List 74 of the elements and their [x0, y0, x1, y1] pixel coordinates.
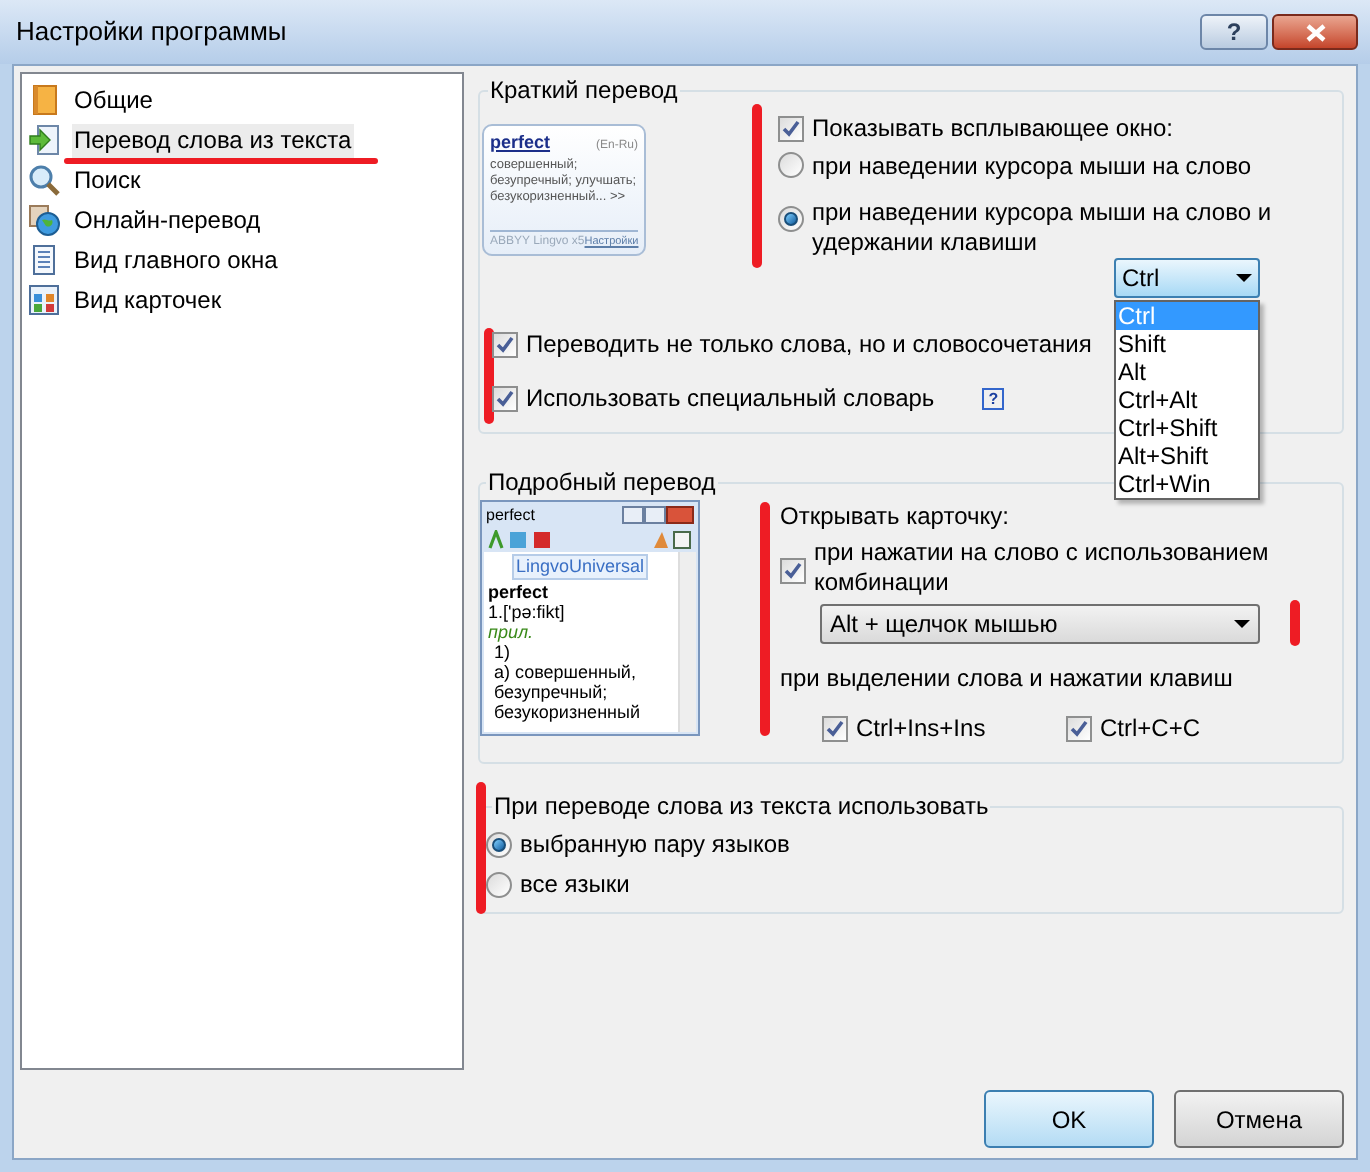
- dropdown-option[interactable]: Ctrl+Win: [1116, 470, 1258, 498]
- caret-icon: [1236, 274, 1252, 282]
- window-title: Настройки программы: [16, 14, 287, 51]
- checkbox-label: Ctrl+C+C: [1100, 712, 1201, 746]
- page-arrow-icon: [28, 124, 60, 156]
- radio-button[interactable]: [778, 152, 804, 178]
- checkbox-label: Ctrl+Ins+Ins: [856, 712, 986, 746]
- click-combo-dropdown[interactable]: Alt + щелчок мышью: [820, 604, 1260, 644]
- dropdown-option[interactable]: Ctrl+Alt: [1116, 386, 1258, 414]
- help-icon[interactable]: ?: [982, 387, 1005, 409]
- dropdown-option[interactable]: Shift: [1116, 330, 1258, 358]
- checkbox[interactable]: [492, 331, 518, 357]
- window-buttons-icon: [622, 506, 694, 524]
- dialog-button[interactable]: OK: [984, 1090, 1154, 1148]
- sidebar-item[interactable]: Перевод слова из текста: [28, 120, 462, 160]
- checkbox[interactable]: [822, 715, 848, 741]
- radio-button[interactable]: [778, 206, 804, 232]
- annotation-mark: [1290, 600, 1300, 646]
- close-icon: [1305, 23, 1325, 41]
- checkbox-label: Показывать всплывающее окно:: [812, 112, 1173, 146]
- book-icon: [28, 84, 60, 116]
- card-title: perfect: [486, 505, 535, 525]
- headword: perfect: [488, 582, 551, 602]
- checkbox[interactable]: [778, 115, 804, 141]
- entry-text: 1.['pə:fikt]: [488, 602, 567, 622]
- dictionary-name: LingvoUniversal: [512, 554, 649, 580]
- key-dropdown[interactable]: Ctrl: [1114, 258, 1260, 298]
- dropdown-option[interactable]: Alt: [1116, 358, 1258, 386]
- checkbox[interactable]: [492, 385, 518, 411]
- search-icon: [28, 164, 60, 196]
- checkbox[interactable]: [780, 558, 806, 584]
- entry-text: прил.: [488, 622, 536, 642]
- group-title: При переводе слова из текста использовать: [492, 790, 991, 824]
- radio-button[interactable]: [486, 871, 512, 897]
- sidebar-item[interactable]: Поиск: [28, 160, 462, 200]
- entry-text: а) совершенный,: [492, 662, 638, 682]
- sidebar-item[interactable]: Общие: [28, 80, 462, 120]
- sidebar-item-label: Вид карточек: [72, 283, 224, 317]
- entry-text: безукоризненный: [492, 702, 643, 722]
- checkbox-label: при нажатии на слово с использованием комбинации: [814, 538, 1271, 598]
- caret-icon: [1234, 620, 1250, 628]
- annotation-mark: [476, 782, 486, 914]
- help-button[interactable]: ?: [1200, 14, 1268, 50]
- section-label: при выделении слова и нажатии клавиш: [780, 662, 1235, 694]
- dialog-button[interactable]: Отмена: [1174, 1090, 1344, 1148]
- radio-button[interactable]: [486, 831, 512, 857]
- group-title: Подробный перевод: [486, 466, 718, 500]
- sidebar-item-label: Поиск: [72, 163, 143, 197]
- checkbox-label: Использовать специальный словарь: [526, 382, 935, 416]
- checkbox[interactable]: [1066, 715, 1092, 741]
- sidebar-item-label: Вид главного окна: [72, 243, 280, 277]
- globe-icon: [28, 204, 60, 236]
- annotation-mark: [484, 328, 494, 424]
- radio-label: все языки: [520, 868, 630, 902]
- radio-label: выбранную пару языков: [520, 828, 790, 862]
- close-button[interactable]: [1272, 14, 1358, 50]
- section-label: Открывать карточку:: [780, 500, 1011, 532]
- group-title: Краткий перевод: [488, 74, 680, 108]
- dropdown-option[interactable]: Alt+Shift: [1116, 442, 1258, 470]
- preview-word: perfect: [490, 130, 551, 156]
- entry-text: 1): [492, 642, 513, 662]
- sidebar-item[interactable]: Вид карточек: [28, 280, 462, 320]
- window-grid-icon: [28, 284, 60, 316]
- dropdown-option[interactable]: Ctrl+Shift: [1116, 414, 1258, 442]
- radio-label: при наведении курсора мыши на слово и удержании клавиши: [812, 198, 1274, 258]
- sidebar-item-label: Общие: [72, 83, 155, 117]
- entry-text: безупречный;: [492, 682, 610, 702]
- sidebar-item-label: Онлайн-перевод: [72, 203, 263, 237]
- sidebar-item-label: Перевод слова из текста: [72, 123, 354, 157]
- radio-label: при наведении курсора мыши на слово: [812, 152, 1252, 182]
- document-icon: [28, 244, 60, 276]
- sidebar-item[interactable]: Вид главного окна: [28, 240, 462, 280]
- checkbox-label: Переводить не только слова, но и словосочетания: [526, 328, 1092, 362]
- sidebar-item[interactable]: Онлайн-перевод: [28, 200, 462, 240]
